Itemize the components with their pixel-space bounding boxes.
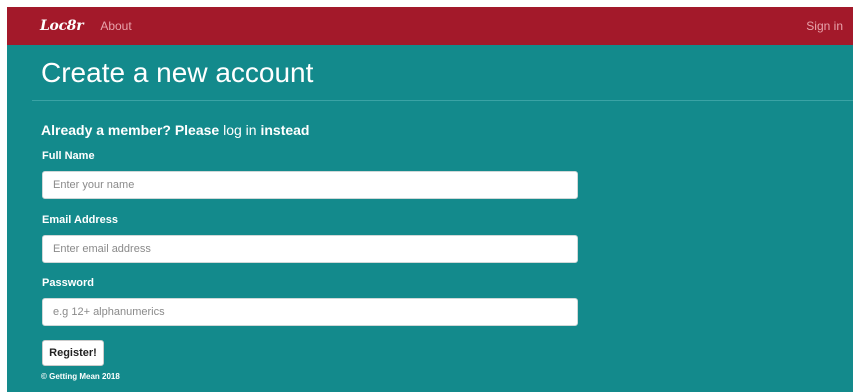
register-button[interactable]: Register! [42,340,104,366]
footer-copyright: © Getting Mean 2018 [41,372,120,381]
email-label: Email Address [42,214,119,226]
navbar: Loc8r About Sign in [7,7,853,45]
nav-about-link[interactable]: About [100,19,131,33]
email-input[interactable] [42,235,578,263]
login-prompt-prefix: Already a member? Please [41,122,224,138]
password-label: Password [42,277,94,289]
full-name-label: Full Name [42,150,95,162]
full-name-input[interactable] [42,171,578,199]
browser-viewport: Loc8r About Sign in Create a new account… [7,7,853,392]
login-link[interactable]: log in [223,122,256,138]
page-title: Create a new account [41,57,314,88]
login-prompt: Already a member? Please log in instead [41,122,309,138]
brand-logo[interactable]: Loc8r [40,18,84,34]
login-prompt-suffix: instead [256,122,310,138]
header-divider [32,100,853,101]
password-input[interactable] [42,298,578,326]
sign-in-link[interactable]: Sign in [806,19,843,33]
